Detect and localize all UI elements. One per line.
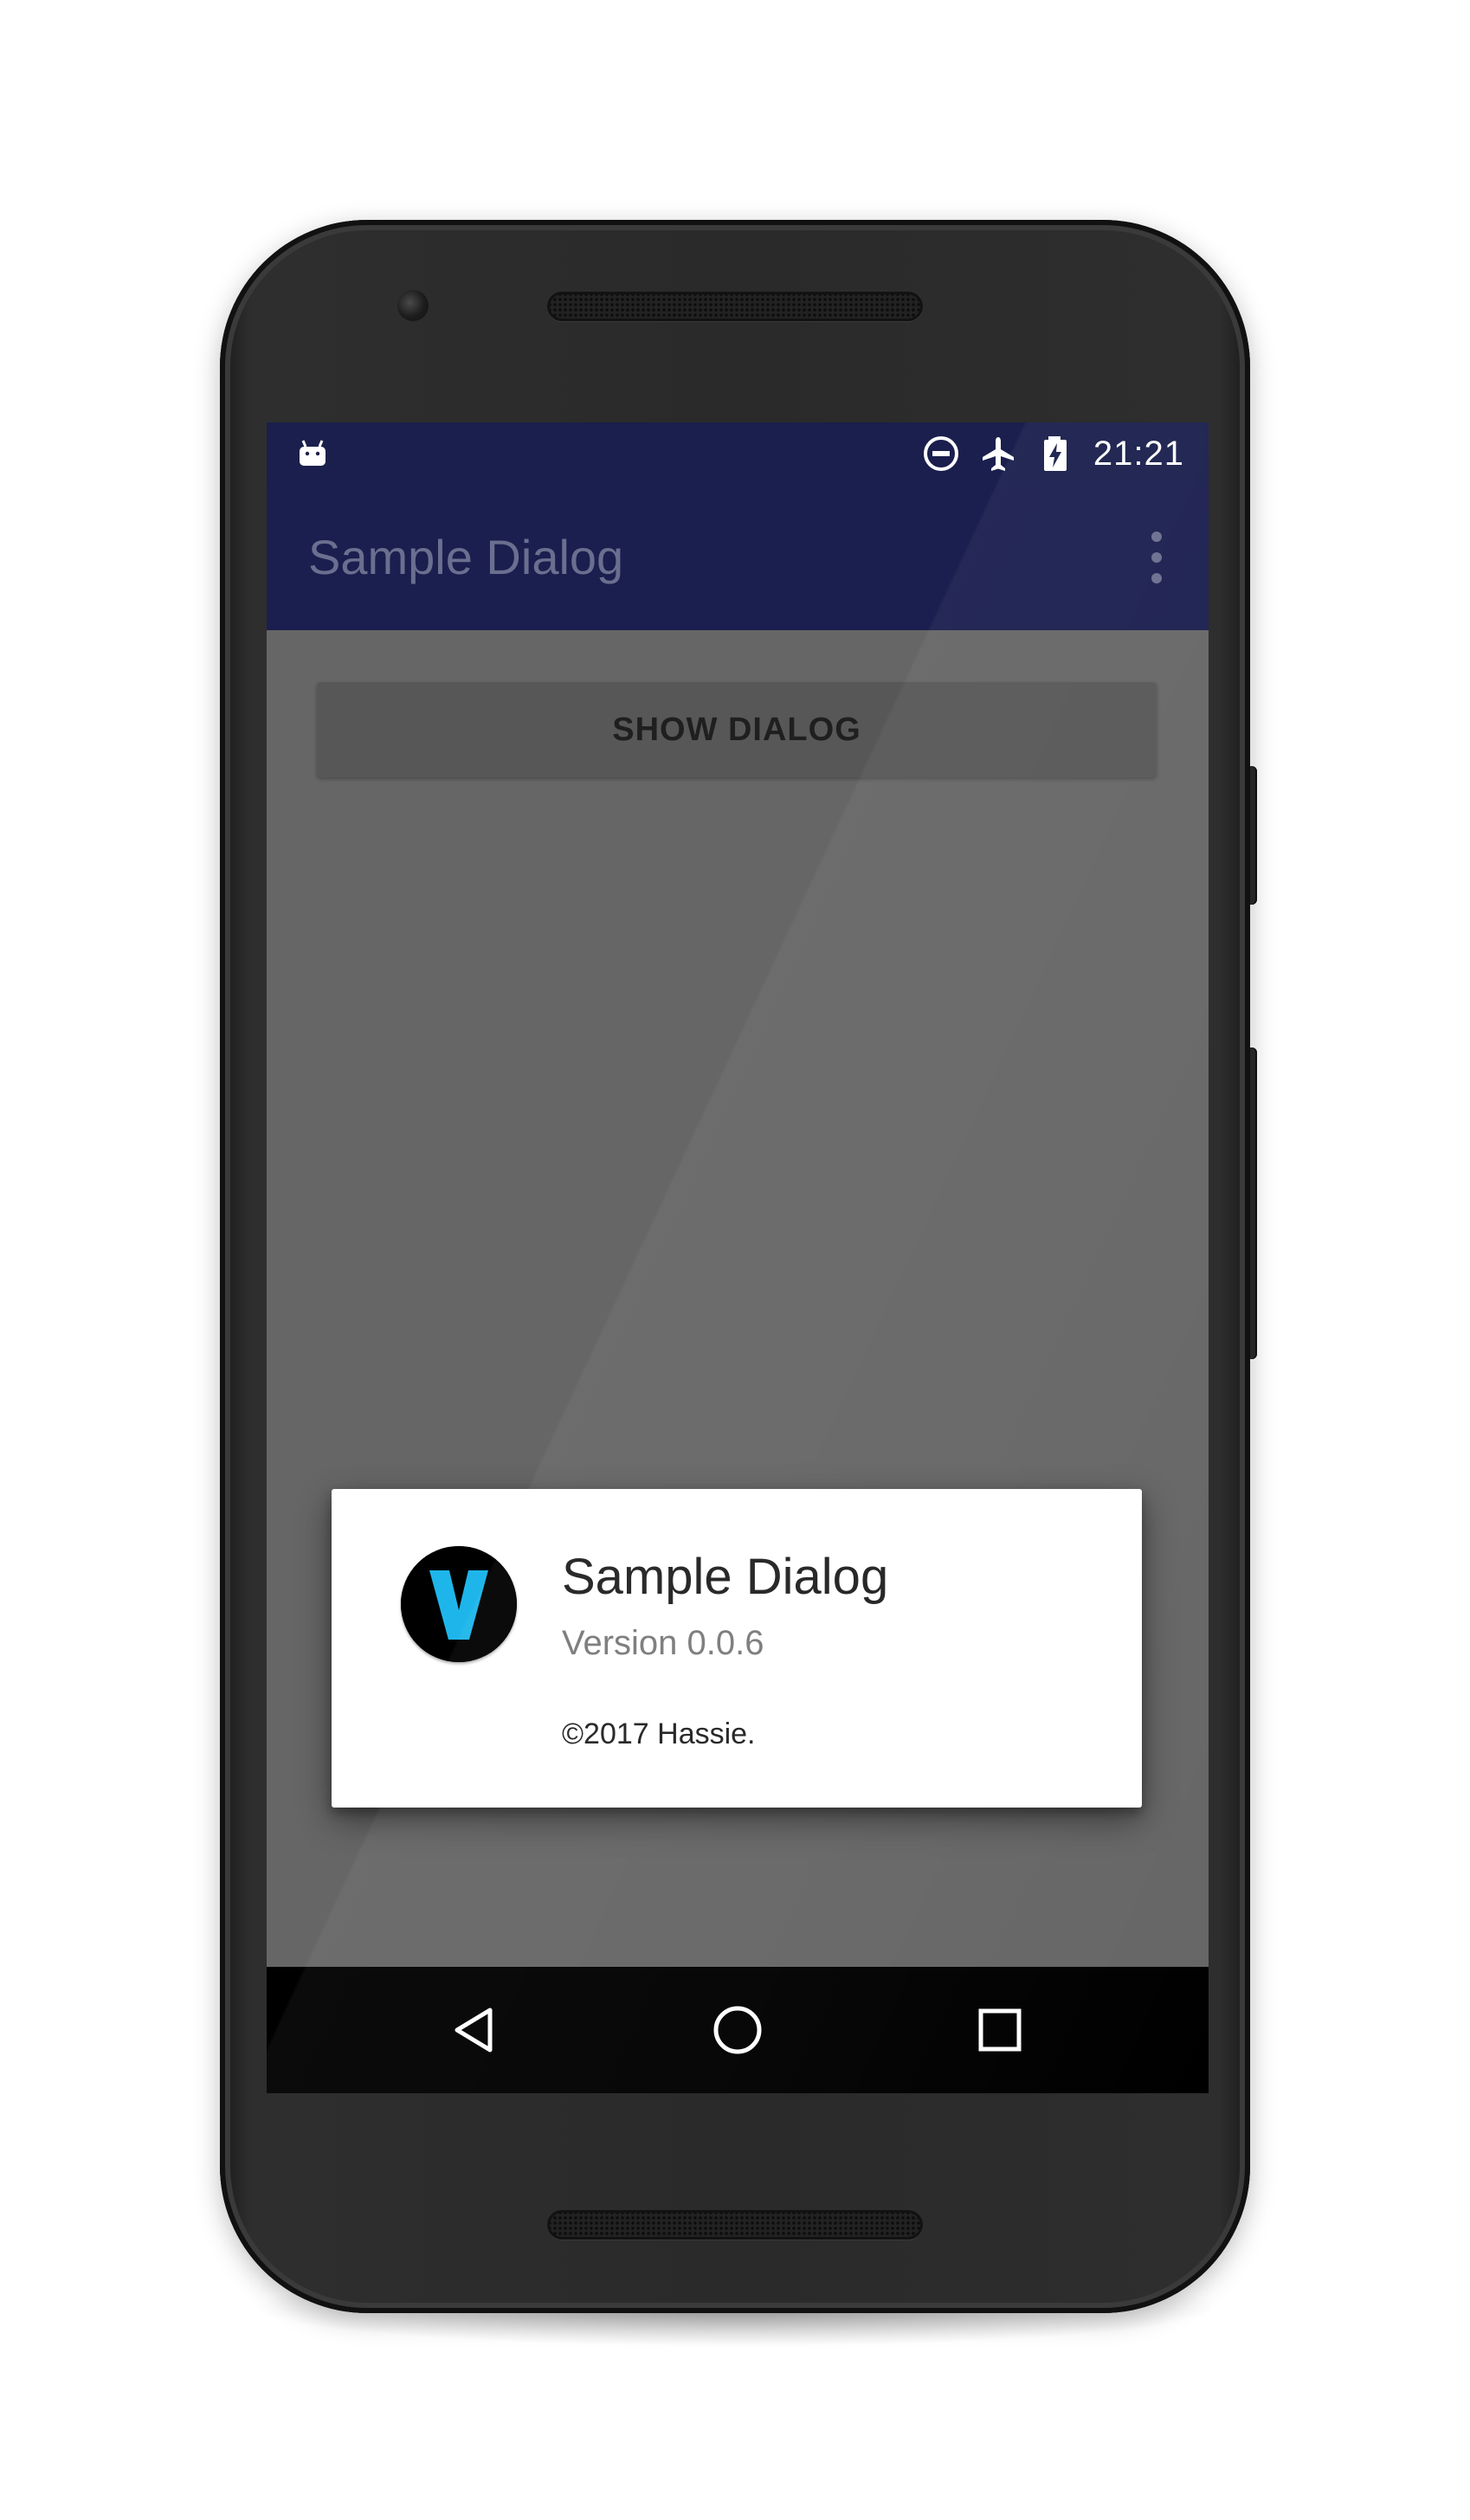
overflow-dot — [1151, 573, 1162, 583]
front-camera — [397, 290, 429, 321]
do-not-disturb-icon — [923, 436, 958, 471]
back-icon[interactable] — [447, 2001, 504, 2059]
home-icon[interactable] — [709, 2001, 766, 2059]
content-area: SHOW DIALOG Sample Dialog Version 0.0.6 … — [267, 630, 1209, 1967]
app-bar: Sample Dialog — [267, 485, 1209, 630]
page: 21:21 Sample Dialog SHOW DIALOG Sample D… — [0, 0, 1470, 2520]
navigation-bar — [267, 1967, 1209, 2093]
recents-icon[interactable] — [971, 2001, 1028, 2059]
status-bar: 21:21 — [267, 422, 1209, 485]
battery-charging-icon — [1043, 436, 1067, 471]
airplane-mode-icon — [982, 437, 1014, 471]
dialog-title: Sample Dialog — [562, 1549, 889, 1605]
app-logo-icon — [401, 1546, 517, 1662]
screen: 21:21 Sample Dialog SHOW DIALOG Sample D… — [267, 422, 1209, 2093]
bottom-speaker-grille — [547, 2210, 923, 2240]
top-speaker-grille — [547, 292, 923, 321]
dialog-version: Version 0.0.6 — [562, 1624, 764, 1662]
dialog-copyright: ©2017 Hassie. — [562, 1718, 756, 1750]
about-dialog: Sample Dialog Version 0.0.6 ©2017 Hassie… — [332, 1489, 1142, 1808]
overflow-dot — [1151, 552, 1162, 563]
app-title: Sample Dialog — [308, 530, 624, 584]
status-time: 21:21 — [1093, 434, 1184, 473]
more-vert-icon[interactable] — [1139, 532, 1174, 583]
show-dialog-button[interactable]: SHOW DIALOG — [317, 682, 1157, 777]
android-debug-icon — [298, 440, 327, 467]
overflow-dot — [1151, 532, 1162, 542]
status-icons: 21:21 — [922, 422, 1184, 485]
